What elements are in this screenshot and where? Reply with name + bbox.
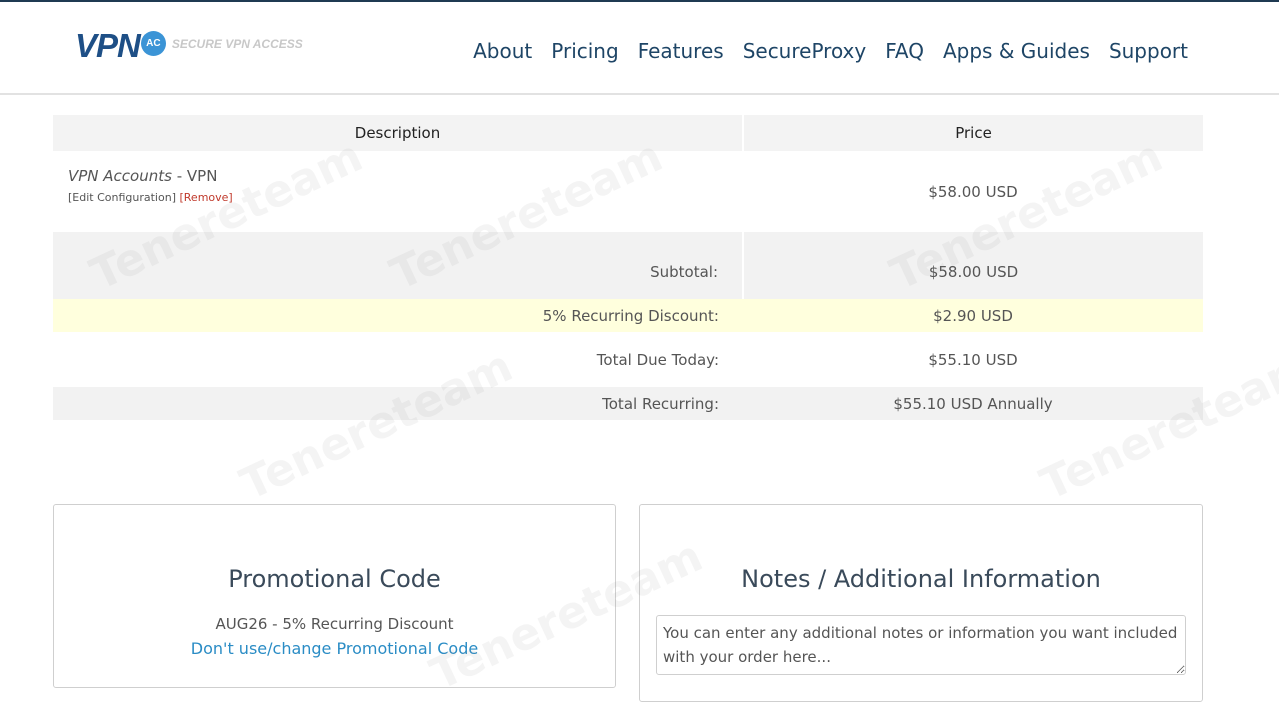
applied-promo-code: AUG26 - 5% Recurring Discount: [215, 615, 454, 633]
total-due-value: $55.10 USD: [743, 332, 1203, 387]
subtotal-row: Subtotal: $58.00 USD: [53, 232, 1203, 299]
nav-support[interactable]: Support: [1109, 39, 1188, 63]
notes-title: Notes / Additional Information: [741, 565, 1101, 593]
subtotal-label: Subtotal:: [53, 232, 744, 299]
total-recurring-label: Total Recurring:: [53, 387, 743, 420]
item-description: VPN Accounts - VPN [Edit Configuration] …: [53, 151, 743, 232]
discount-label: 5% Recurring Discount:: [53, 299, 743, 332]
item-price: $58.00 USD: [928, 182, 1018, 201]
site-header: VPN AC SECURE VPN ACCESS About Pricing F…: [0, 2, 1279, 95]
order-summary-table: Description Price VPN Accounts - VPN [Ed…: [53, 115, 1203, 420]
discount-row: 5% Recurring Discount: $2.90 USD: [53, 299, 1203, 332]
nav-apps-guides[interactable]: Apps & Guides: [943, 39, 1090, 63]
column-description: Description: [53, 115, 744, 151]
item-name: VPN Accounts - VPN: [68, 167, 743, 185]
table-row: VPN Accounts - VPN [Edit Configuration] …: [53, 151, 1203, 232]
table-header-row: Description Price: [53, 115, 1203, 151]
promo-code-card: Promotional Code AUG26 - 5% Recurring Di…: [53, 504, 616, 688]
subtotal-value: $58.00 USD: [743, 232, 1203, 299]
edit-configuration-link[interactable]: [Edit Configuration]: [68, 191, 176, 204]
change-promo-code-link[interactable]: Don't use/change Promotional Code: [54, 639, 615, 658]
total-due-label: Total Due Today:: [53, 332, 743, 387]
logo-badge: AC: [140, 30, 166, 56]
nav-secureproxy[interactable]: SecureProxy: [743, 39, 867, 63]
logo-tagline: SECURE VPN ACCESS: [171, 37, 303, 51]
nav-faq[interactable]: FAQ: [885, 39, 924, 63]
logo[interactable]: VPN AC SECURE VPN ACCESS: [75, 27, 303, 64]
logo-text: VPN: [75, 27, 141, 64]
total-recurring-row: Total Recurring: $55.10 USD Annually: [53, 387, 1203, 420]
total-due-row: Total Due Today: $55.10 USD: [53, 332, 1203, 387]
promo-code-title: Promotional Code: [228, 565, 441, 593]
notes-card: Notes / Additional Information: [639, 504, 1203, 702]
item-actions: [Edit Configuration] [Remove]: [68, 191, 743, 204]
discount-value: $2.90 USD: [743, 299, 1203, 332]
item-group: - VPN: [171, 167, 218, 185]
notes-textarea[interactable]: [656, 615, 1186, 675]
item-product: VPN Accounts: [68, 167, 172, 185]
nav-features[interactable]: Features: [638, 39, 724, 63]
remove-item-link[interactable]: [Remove]: [179, 191, 232, 204]
nav-about[interactable]: About: [473, 39, 532, 63]
column-price: Price: [743, 115, 1203, 151]
main-nav: About Pricing Features SecureProxy FAQ A…: [473, 39, 1188, 63]
nav-pricing[interactable]: Pricing: [551, 39, 618, 63]
total-recurring-value: $55.10 USD Annually: [743, 387, 1203, 420]
